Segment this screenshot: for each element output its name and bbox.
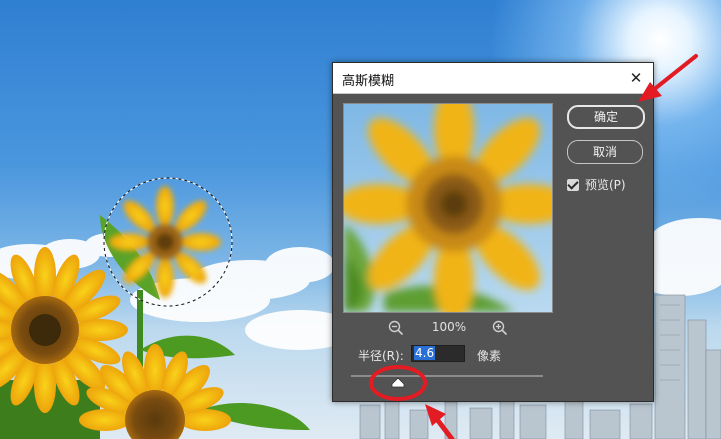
zoom-controls: 100%: [343, 319, 551, 337]
cancel-button[interactable]: 取消: [567, 140, 643, 164]
radius-slider-thumb[interactable]: [391, 378, 405, 388]
radius-value: 4.6: [414, 346, 436, 360]
radius-label: 半径(R):: [358, 349, 404, 363]
zoom-percent: 100%: [431, 320, 467, 334]
zoom-out-icon[interactable]: [387, 319, 405, 337]
preview-image[interactable]: [343, 103, 553, 313]
gaussian-blur-dialog: 高斯模糊 ✕ 100% 半径(R): 4.6 像素 确定 取消 预览(P): [332, 62, 654, 402]
checkbox-checked-icon: [567, 179, 579, 191]
radius-unit: 像素: [477, 349, 502, 363]
blurred-sunflower-preview: [344, 104, 552, 312]
zoom-in-icon[interactable]: [491, 319, 509, 337]
preview-checkbox[interactable]: 预览(P): [567, 176, 626, 193]
ok-button[interactable]: 确定: [567, 105, 645, 129]
dialog-titlebar[interactable]: 高斯模糊 ✕: [333, 63, 653, 94]
radius-input[interactable]: 4.6: [411, 345, 465, 362]
close-icon[interactable]: ✕: [625, 67, 647, 89]
dialog-title: 高斯模糊: [342, 74, 395, 89]
radius-slider-track[interactable]: [351, 375, 543, 377]
preview-checkbox-label: 预览(P): [585, 178, 626, 192]
